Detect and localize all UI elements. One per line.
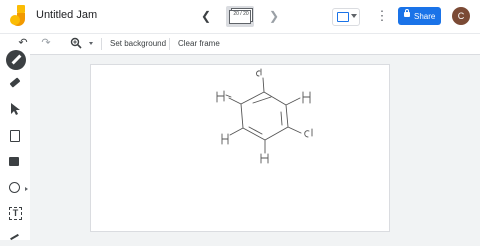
magnifier-icon [70,37,82,49]
frame-add-icon [337,12,349,22]
atom-label-h [260,153,269,164]
toolbar-divider [169,38,170,50]
double-bond [280,111,283,126]
jam-title[interactable]: Untitled Jam [36,9,97,21]
atom-label-cl [304,128,313,138]
avatar[interactable]: C [452,7,470,25]
image-icon[interactable] [8,155,22,169]
laser-icon[interactable] [8,232,22,246]
bond [262,77,265,93]
atom-label-cl [256,68,262,77]
undo-icon[interactable]: ↶ [17,37,29,50]
chevron-down-icon[interactable] [351,14,357,18]
share-label: Share [414,12,436,21]
bond [229,127,244,136]
atom-label-h [302,91,311,104]
tool-sidebar [0,50,30,240]
bond [287,126,302,134]
frame-bar-toggle[interactable]: 20 / 20 [226,6,254,27]
cursor-arrow-icon [11,103,20,115]
atom-label-h [216,90,232,103]
top-bar: Untitled Jam ❮ 20 / 20 ❯ ⋮ Share C [0,0,480,33]
chevron-left-icon: ❮ [200,9,212,23]
handwritten-benzene-drawing[interactable] [91,65,389,231]
eraser-icon[interactable] [8,76,22,90]
bond [228,97,242,105]
jam-frame-canvas[interactable] [90,64,390,232]
shape-options-icon[interactable] [25,187,28,191]
redo-icon[interactable]: ↷ [40,37,52,50]
double-bond [248,126,263,135]
chevron-right-icon: ❯ [268,9,280,23]
more-vert-icon: ⋮ [375,8,389,23]
lock-icon [404,9,410,17]
clear-frame-button[interactable]: Clear frame [178,39,220,48]
zoom-in-icon[interactable] [70,37,82,50]
frame-toolbar: ↶ ↷ Set background Clear frame [0,33,480,55]
circle-shape-icon[interactable] [8,181,22,195]
frame-counter-text: 20 / 20 [233,11,249,17]
atom-label-h [221,133,229,145]
toolbar-divider [101,38,102,50]
more-options-button[interactable]: ⋮ [374,8,390,24]
share-button[interactable]: Share [398,7,441,25]
next-frame-button[interactable]: ❯ [268,9,280,23]
zoom-dropdown-icon[interactable] [89,42,93,45]
previous-frame-button[interactable]: ❮ [200,9,212,23]
add-frame-button[interactable] [332,8,360,26]
text-box-icon[interactable] [8,207,22,221]
jamboard-logo-icon [10,5,25,26]
sticky-note-icon[interactable] [8,129,22,143]
pen-icon[interactable] [6,50,26,70]
set-background-button[interactable]: Set background [110,39,166,48]
select-arrow-icon[interactable] [8,102,22,116]
double-bond [252,96,272,104]
bond [285,97,301,106]
